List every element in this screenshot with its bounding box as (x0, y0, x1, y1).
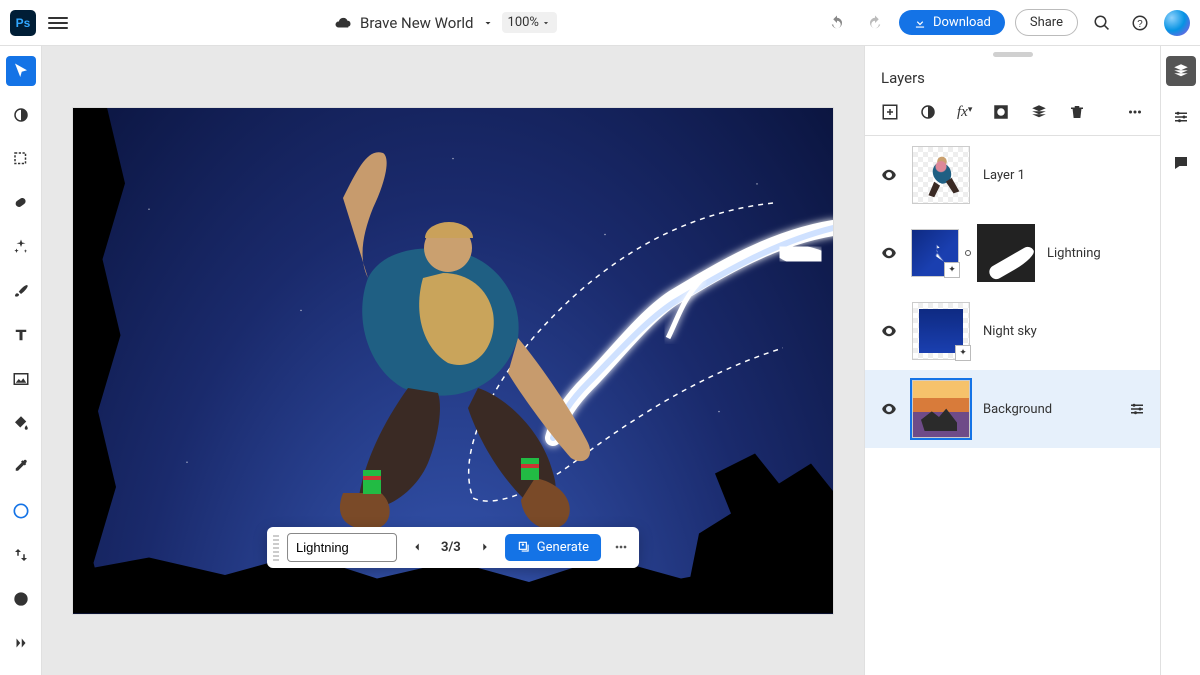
move-tool[interactable] (6, 56, 36, 86)
spot-heal-tool[interactable] (6, 188, 36, 218)
chevron-down-icon (541, 18, 551, 28)
generate-label: Generate (537, 540, 589, 555)
chevron-left-icon (410, 540, 424, 554)
more-tools[interactable] (6, 628, 36, 658)
layer-row[interactable]: ✦ Lightning (865, 214, 1160, 292)
adjustment-tool[interactable] (6, 100, 36, 130)
menu-icon[interactable] (48, 17, 68, 29)
layer-thumbnail (912, 146, 970, 204)
document-title[interactable]: Brave New World (360, 14, 474, 32)
properties-panel-tab[interactable] (1166, 102, 1196, 132)
panel-collapse-handle[interactable] (993, 52, 1033, 57)
doc-title-group: Brave New World 100% (80, 12, 811, 33)
layer-properties-button[interactable] (1128, 400, 1146, 418)
layer-row[interactable]: Layer 1 (865, 136, 1160, 214)
generative-fill-tool[interactable] (6, 232, 36, 262)
visibility-toggle[interactable] (879, 166, 899, 184)
genfill-more-button[interactable] (609, 535, 633, 559)
zoom-value: 100% (508, 15, 539, 30)
generative-badge-icon: ✦ (944, 262, 960, 278)
text-tool[interactable] (6, 320, 36, 350)
layer-thumbnail (912, 380, 970, 438)
prev-variation-button[interactable] (405, 535, 429, 559)
brush-tool[interactable] (6, 276, 36, 306)
download-button[interactable]: Download (899, 10, 1005, 35)
photoshop-logo: Ps (10, 10, 36, 36)
eye-icon (880, 322, 898, 340)
next-variation-button[interactable] (473, 535, 497, 559)
comment-icon (1172, 154, 1190, 172)
image-tool[interactable] (6, 364, 36, 394)
delete-layer-button[interactable] (1068, 103, 1086, 121)
canvas-area: 3/3 Generate (42, 46, 864, 675)
layer-actions-row: fx▾ (865, 99, 1160, 136)
search-button[interactable] (1088, 9, 1116, 37)
eye-icon (880, 400, 898, 418)
share-button[interactable]: Share (1015, 9, 1078, 36)
left-toolbar (0, 46, 42, 675)
fill-tool[interactable] (6, 408, 36, 438)
genfill-prompt-input[interactable] (287, 533, 397, 562)
layers-panel: Layers fx▾ (864, 46, 1160, 675)
more-icon (613, 539, 629, 555)
eye-icon (880, 244, 898, 262)
svg-text:?: ? (1137, 18, 1143, 29)
top-bar: Ps Brave New World 100% Download Share ? (0, 0, 1200, 46)
generative-fill-bar: 3/3 Generate (267, 527, 639, 568)
download-label: Download (933, 15, 991, 30)
zoom-dropdown[interactable]: 100% (502, 12, 557, 33)
link-icon (965, 250, 971, 256)
layer-name: Background (983, 402, 1052, 417)
comments-panel-tab[interactable] (1166, 148, 1196, 178)
panel-title: Layers (865, 61, 1160, 99)
redo-button[interactable] (861, 9, 889, 37)
layer-name: Layer 1 (983, 168, 1025, 183)
generate-button[interactable]: Generate (505, 534, 601, 561)
visibility-toggle[interactable] (879, 322, 899, 340)
document-canvas[interactable]: 3/3 Generate (73, 108, 833, 614)
visibility-toggle[interactable] (879, 244, 899, 262)
layer-thumbnail: ✦ (911, 229, 959, 277)
layer-mask-thumbnail (977, 224, 1035, 282)
share-label: Share (1030, 15, 1063, 30)
download-icon (913, 16, 927, 30)
foreground-color[interactable] (6, 584, 36, 614)
search-icon (1093, 14, 1111, 32)
sliders-icon (1128, 400, 1146, 418)
person-layer (273, 138, 613, 558)
avatar[interactable] (1164, 10, 1190, 36)
sliders-icon (1172, 108, 1190, 126)
topbar-right: Download Share ? (823, 9, 1190, 37)
undo-button[interactable] (823, 9, 851, 37)
right-strip (1160, 46, 1200, 675)
layer-name: Night sky (983, 324, 1037, 339)
visibility-toggle[interactable] (879, 400, 899, 418)
add-mask-button[interactable] (992, 103, 1010, 121)
help-button[interactable]: ? (1126, 9, 1154, 37)
cloud-icon (334, 14, 352, 32)
layer-thumbnail: ✦ (912, 302, 970, 360)
layers-more-button[interactable] (1126, 103, 1144, 121)
generative-badge-icon: ✦ (955, 345, 971, 361)
eyedropper-tool[interactable] (6, 452, 36, 482)
layers-list: Layer 1 ✦ Lightning (865, 136, 1160, 675)
chevron-right-icon (478, 540, 492, 554)
eye-icon (880, 166, 898, 184)
chevron-down-icon[interactable] (482, 17, 494, 29)
drag-handle-icon[interactable] (273, 533, 279, 561)
add-layer-button[interactable] (881, 103, 899, 121)
swap-colors-tool[interactable] (6, 540, 36, 570)
layer-row[interactable]: ✦ Night sky (865, 292, 1160, 370)
layer-group-button[interactable] (1030, 103, 1048, 121)
selection-tool[interactable] (6, 144, 36, 174)
shape-tool[interactable] (6, 496, 36, 526)
generate-icon (517, 540, 531, 554)
variation-counter: 3/3 (437, 540, 465, 555)
help-icon: ? (1131, 14, 1149, 32)
layer-row[interactable]: Background (865, 370, 1160, 448)
layers-panel-tab[interactable] (1166, 56, 1196, 86)
adjustment-layer-button[interactable] (919, 103, 937, 121)
layer-name: Lightning (1047, 246, 1101, 261)
layer-effects-button[interactable]: fx▾ (957, 104, 972, 121)
